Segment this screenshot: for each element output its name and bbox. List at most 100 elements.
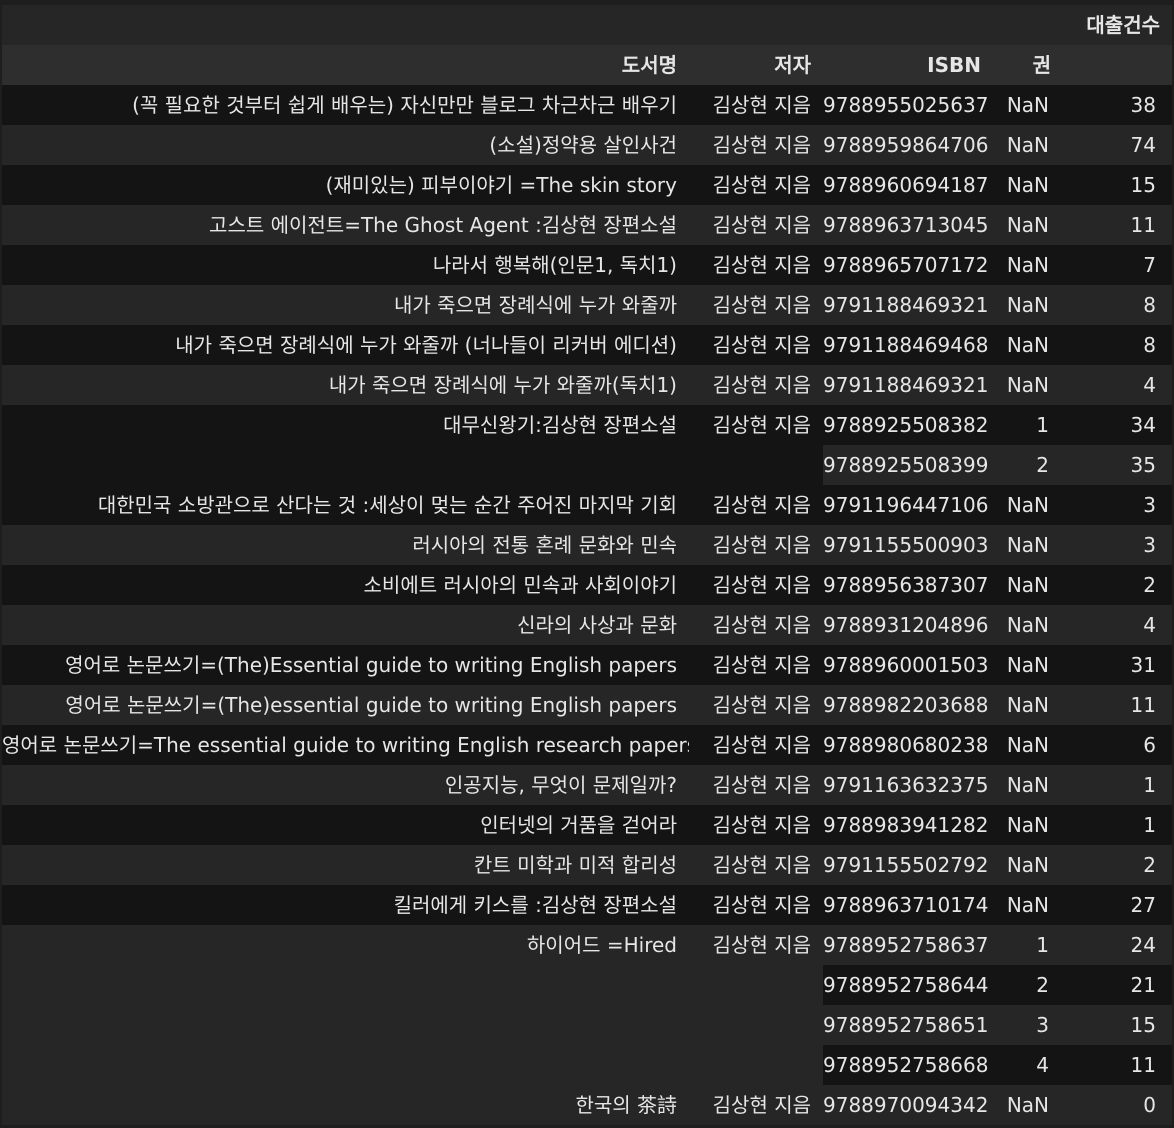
cell-count: 2: [1063, 565, 1172, 605]
cell-volume: 2: [993, 445, 1063, 485]
cell-count: 2: [1063, 845, 1172, 885]
cell-title: 신라의 사상과 문화: [2, 605, 689, 645]
cell-volume: NaN: [993, 845, 1063, 885]
cell-title: 하이어드 =Hired: [2, 925, 689, 1085]
cell-isbn: 9788980680238: [823, 725, 993, 765]
table-row: 인공지능, 무엇이 문제일까? 김상현 지음 9791163632375 NaN 1: [2, 765, 1172, 805]
table-row: 칸트 미학과 미적 합리성 김상현 지음 9791155502792 NaN 2: [2, 845, 1172, 885]
cell-count: 4: [1063, 605, 1172, 645]
cell-volume: NaN: [993, 725, 1063, 765]
cell-isbn: 9788952758637: [823, 925, 993, 965]
cell-volume: NaN: [993, 765, 1063, 805]
table-row: 러시아의 전통 혼례 문화와 민속 김상현 지음 9791155500903 NaN 3: [2, 525, 1172, 565]
table-row: 영어로 논문쓰기=(The)Essential guide to writing…: [2, 645, 1172, 685]
cell-title: 칸트 미학과 미적 합리성: [2, 845, 689, 885]
cell-volume: NaN: [993, 285, 1063, 325]
cell-title: 킬러에게 키스를 :김상현 장편소설: [2, 885, 689, 925]
cell-count: 7: [1063, 245, 1172, 285]
cell-isbn: 9791155502792: [823, 845, 993, 885]
cell-title: 인터넷의 거품을 걷어라: [2, 805, 689, 845]
header-count: 대출건수: [1086, 13, 1160, 37]
cell-isbn: 9791196447106: [823, 485, 993, 525]
cell-title: 한국의 茶詩: [2, 1085, 689, 1125]
cell-author: 김상현 지음: [689, 845, 823, 885]
cell-volume: NaN: [993, 125, 1063, 165]
dataframe-table: 대출건수 도서명 저자 ISBN 권 (꼭 필요한 것부터 쉽게 배우는) 자신…: [2, 5, 1172, 1125]
cell-volume: 4: [993, 1045, 1063, 1085]
cell-isbn: 9788960694187: [823, 165, 993, 205]
cell-volume: 1: [993, 925, 1063, 965]
cell-isbn: 9788956387307: [823, 565, 993, 605]
cell-author: 김상현 지음: [689, 325, 823, 365]
cell-author: 김상현 지음: [689, 725, 823, 765]
cell-count: 1: [1063, 805, 1172, 845]
cell-count: 11: [1063, 685, 1172, 725]
cell-count: 35: [1063, 445, 1172, 485]
table-row: 대한민국 소방관으로 산다는 것 :세상이 멎는 순간 주어진 마지막 기회 김상…: [2, 485, 1172, 525]
header-blank: [2, 5, 689, 45]
cell-title: (꼭 필요한 것부터 쉽게 배우는) 자신만만 블로그 차근차근 배우기: [2, 85, 689, 125]
header-isbn: ISBN: [927, 53, 981, 77]
table-row: 하이어드 =Hired 김상현 지음 9788952758637 1 24: [2, 925, 1172, 1085]
cell-author: 김상현 지음: [689, 685, 823, 725]
cell-volume: NaN: [993, 805, 1063, 845]
cell-count: 31: [1063, 645, 1172, 685]
cell-author: 김상현 지음: [689, 125, 823, 165]
cell-volume: NaN: [993, 485, 1063, 525]
cell-volume: NaN: [993, 565, 1063, 605]
cell-author: 김상현 지음: [689, 165, 823, 205]
cell-volume: NaN: [993, 685, 1063, 725]
cell-author: 김상현 지음: [689, 405, 823, 485]
cell-count: 11: [1063, 205, 1172, 245]
cell-isbn: 9788952758651: [823, 1005, 993, 1045]
cell-author: 김상현 지음: [689, 365, 823, 405]
cell-title: 내가 죽으면 장례식에 누가 와줄까(독치1): [2, 365, 689, 405]
cell-author: 김상현 지음: [689, 1085, 823, 1125]
cell-title: 고스트 에이전트=The Ghost Agent :김상현 장편소설: [2, 205, 689, 245]
cell-isbn: 9788963710174: [823, 885, 993, 925]
cell-volume: NaN: [993, 1085, 1063, 1125]
table-row: 내가 죽으면 장례식에 누가 와줄까 (너나들이 리커버 에디션) 김상현 지음 9…: [2, 325, 1172, 365]
cell-count: 4: [1063, 365, 1172, 405]
table-row: 고스트 에이전트=The Ghost Agent :김상현 장편소설 김상현 지음…: [2, 205, 1172, 245]
table-row: (재미있는) 피부이야기 =The skin story 김상현 지음 978896…: [2, 165, 1172, 205]
header-row-columns: 대출건수: [2, 5, 1172, 45]
header-blank: [823, 5, 993, 45]
cell-count: 15: [1063, 165, 1172, 205]
cell-title: (재미있는) 피부이야기 =The skin story: [2, 165, 689, 205]
cell-author: 김상현 지음: [689, 565, 823, 605]
cell-count: 21: [1063, 965, 1172, 1005]
cell-author: 김상현 지음: [689, 885, 823, 925]
cell-title: 내가 죽으면 장례식에 누가 와줄까 (너나들이 리커버 에디션): [2, 325, 689, 365]
header-blank: [1063, 45, 1172, 85]
cell-isbn: 9791188469321: [823, 365, 993, 405]
cell-isbn: 9788955025637: [823, 85, 993, 125]
cell-author: 김상현 지음: [689, 245, 823, 285]
cell-isbn: 9791155500903: [823, 525, 993, 565]
cell-volume: NaN: [993, 605, 1063, 645]
cell-author: 김상현 지음: [689, 525, 823, 565]
table-row: (꼭 필요한 것부터 쉽게 배우는) 자신만만 블로그 차근차근 배우기 김상현 …: [2, 85, 1172, 125]
table-row: 한국의 茶詩 김상현 지음 9788970094342 NaN 0: [2, 1085, 1172, 1125]
cell-count: 1: [1063, 765, 1172, 805]
cell-title: 러시아의 전통 혼례 문화와 민속: [2, 525, 689, 565]
cell-count: 3: [1063, 485, 1172, 525]
table-body: (꼭 필요한 것부터 쉽게 배우는) 자신만만 블로그 차근차근 배우기 김상현 …: [2, 85, 1172, 1125]
cell-isbn: 9788952758644: [823, 965, 993, 1005]
cell-author: 김상현 지음: [689, 645, 823, 685]
cell-count: 8: [1063, 325, 1172, 365]
cell-count: 6: [1063, 725, 1172, 765]
cell-volume: NaN: [993, 525, 1063, 565]
cell-title: 내가 죽으면 장례식에 누가 와줄까: [2, 285, 689, 325]
cell-volume: 3: [993, 1005, 1063, 1045]
cell-isbn: 9788965707172: [823, 245, 993, 285]
table-row: 나라서 행복해(인문1, 독치1) 김상현 지음 9788965707172 NaN 7: [2, 245, 1172, 285]
cell-title: 인공지능, 무엇이 문제일까?: [2, 765, 689, 805]
cell-author: 김상현 지음: [689, 485, 823, 525]
cell-volume: NaN: [993, 885, 1063, 925]
table-row: 인터넷의 거품을 걷어라 김상현 지음 9788983941282 NaN 1: [2, 805, 1172, 845]
cell-author: 김상현 지음: [689, 605, 823, 645]
cell-isbn: 9788982203688: [823, 685, 993, 725]
cell-title: 대한민국 소방관으로 산다는 것 :세상이 멎는 순간 주어진 마지막 기회: [2, 485, 689, 525]
cell-author: 김상현 지음: [689, 765, 823, 805]
